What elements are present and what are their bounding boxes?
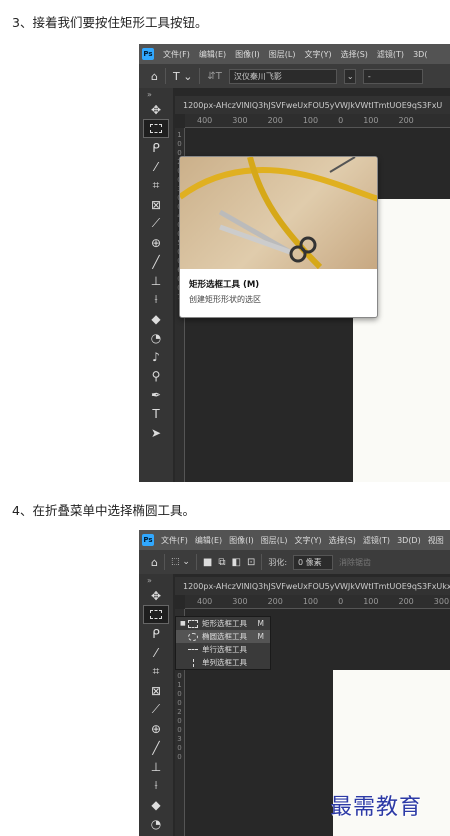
menu-type[interactable]: 文字(Y) — [304, 49, 331, 60]
intersect-selection-icon[interactable]: ⊡ — [247, 557, 255, 568]
document-tab[interactable]: 1200px-AHczVlNlQ3hJSVFweUxFOU5yVWJkVWtIT… — [175, 96, 450, 114]
clone-stamp-tool-icon[interactable]: ⊥ — [143, 757, 169, 776]
document-tab[interactable]: 1200px-AHczVlNlQ3hJSVFweUxFOU5yVWJkVWtIT… — [175, 577, 450, 595]
rect-marquee-icon — [187, 619, 199, 628]
crop-tool-icon[interactable]: ⌗ — [143, 662, 169, 681]
menu-select[interactable]: 选择(S) — [341, 49, 368, 60]
menu-3d[interactable]: 3D(D) — [397, 536, 421, 545]
menu-3d[interactable]: 3D( — [413, 50, 427, 59]
options-bar: ⌂ ⬚ ⌄ ■ ⧉ ◧ ⊡ 羽化: 0 像素 消除锯齿 — [139, 550, 450, 574]
flyout-item-rect-marquee[interactable]: ■ 矩形选框工具 M — [176, 617, 270, 630]
feather-input[interactable]: 0 像素 — [293, 554, 334, 570]
font-family-select[interactable]: 汉仪秦川飞影 — [228, 68, 337, 84]
gradient-tool-icon[interactable]: ◔ — [143, 328, 169, 347]
menu-layer[interactable]: 图层(L) — [261, 535, 288, 546]
menu-filter[interactable]: 滤镜(T) — [377, 49, 404, 60]
font-style-select[interactable]: - — [362, 68, 423, 84]
tool-tooltip: 矩形选框工具 (M) 创建矩形形状的选区 — [179, 156, 378, 318]
menu-filter[interactable]: 滤镜(T) — [363, 535, 390, 546]
clone-stamp-tool-icon[interactable]: ⊥ — [143, 271, 169, 290]
tools-panel: » ✥ ᑭ ⁄ ⌗ ⊠ ⟋ ⊕ ╱ ⊥ ⟊ ◆ ◔ — [139, 574, 173, 836]
horizontal-ruler: 400 300 200 100 0 100 200 300 — [185, 595, 450, 609]
path-selection-tool-icon[interactable]: ➤ — [143, 423, 169, 442]
menu-file[interactable]: 文件(F) — [163, 49, 190, 60]
text-orientation-icon[interactable]: ⇵T — [207, 71, 222, 82]
menu-edit[interactable]: 编辑(E) — [199, 49, 226, 60]
lasso-tool-icon[interactable]: ᑭ — [143, 624, 169, 643]
options-bar: ⌂ T ⌄ ⇵T 汉仪秦川飞影 ⌄ - — [139, 64, 450, 88]
eyedropper-tool-icon[interactable]: ⟋ — [143, 214, 169, 233]
flyout-item-ellipse-marquee[interactable]: 椭圆选框工具 M — [176, 630, 270, 643]
add-selection-icon[interactable]: ⧉ — [218, 557, 225, 568]
menu-layer[interactable]: 图层(L) — [269, 49, 296, 60]
healing-brush-tool-icon[interactable]: ⊕ — [143, 719, 169, 738]
eyedropper-tool-icon[interactable]: ⟋ — [143, 700, 169, 719]
single-row-marquee-icon — [187, 645, 199, 654]
menu-file[interactable]: 文件(F) — [161, 535, 188, 546]
brush-tool-icon[interactable]: ╱ — [143, 738, 169, 757]
horizontal-ruler: 400 300 200 100 0 100 200 — [185, 114, 450, 128]
panel-collapse-icon[interactable]: » — [143, 576, 169, 586]
home-icon[interactable]: ⌂ — [151, 70, 158, 83]
rect-marquee-tool-icon[interactable] — [143, 605, 169, 624]
menu-image[interactable]: 图像(I) — [235, 49, 260, 60]
menu-image[interactable]: 图像(I) — [229, 535, 254, 546]
tooltip-title: 矩形选框工具 (M) — [189, 280, 260, 290]
step-4-text: 4、在折叠菜单中选择椭圆工具。 — [12, 503, 195, 518]
dodge-tool-icon[interactable]: ⚲ — [143, 366, 169, 385]
menu-select[interactable]: 选择(S) — [329, 535, 356, 546]
crop-tool-icon[interactable]: ⌗ — [143, 176, 169, 195]
home-icon[interactable]: ⌂ — [151, 556, 158, 569]
photoshop-screenshot-1: Ps 文件(F) 编辑(E) 图像(I) 图层(L) 文字(Y) 选择(S) 滤… — [139, 44, 450, 482]
pen-tool-icon[interactable]: ✒ — [143, 385, 169, 404]
antialias-checkbox[interactable]: 消除锯齿 — [339, 557, 371, 568]
menu-edit[interactable]: 编辑(E) — [195, 535, 222, 546]
eraser-tool-icon[interactable]: ◆ — [143, 795, 169, 814]
history-brush-tool-icon[interactable]: ⟊ — [143, 776, 169, 795]
ellipse-marquee-icon — [187, 632, 199, 641]
subtract-selection-icon[interactable]: ◧ — [231, 557, 240, 568]
eraser-tool-icon[interactable]: ◆ — [143, 309, 169, 328]
marquee-preset-icon[interactable]: ⬚ ⌄ — [171, 557, 190, 567]
panel-collapse-icon[interactable]: » — [143, 90, 169, 100]
rect-marquee-tool-icon[interactable] — [143, 119, 169, 138]
feather-label: 羽化: — [268, 557, 288, 567]
marquee-flyout-menu: ■ 矩形选框工具 M 椭圆选框工具 M 单行选框工具 单列选框工具 — [175, 616, 271, 670]
step-3-text: 3、接着我们要按住矩形工具按钮。 — [12, 15, 208, 30]
font-dropdown-icon[interactable]: ⌄ — [343, 68, 356, 84]
healing-brush-tool-icon[interactable]: ⊕ — [143, 233, 169, 252]
menu-bar: Ps 文件(F) 编辑(E) 图像(I) 图层(L) 文字(Y) 选择(S) 滤… — [139, 530, 450, 550]
flyout-item-single-row-marquee[interactable]: 单行选框工具 — [176, 643, 270, 656]
flyout-item-single-column-marquee[interactable]: 单列选框工具 — [176, 656, 270, 669]
type-tool-preset-icon[interactable]: T ⌄ — [173, 70, 192, 83]
brush-tool-icon[interactable]: ╱ — [143, 252, 169, 271]
type-tool-icon[interactable]: T — [143, 404, 169, 423]
menu-bar: Ps 文件(F) 编辑(E) 图像(I) 图层(L) 文字(Y) 选择(S) 滤… — [139, 44, 450, 64]
single-column-marquee-icon — [187, 658, 199, 667]
ps-logo: Ps — [142, 48, 154, 60]
watermark: 最需教育 — [330, 795, 423, 820]
menu-view[interactable]: 视图 — [428, 535, 444, 546]
lasso-tool-icon[interactable]: ᑭ — [143, 138, 169, 157]
gradient-tool-icon[interactable]: ◔ — [143, 814, 169, 833]
move-tool-icon[interactable]: ✥ — [143, 100, 169, 119]
menu-type[interactable]: 文字(Y) — [294, 535, 321, 546]
quick-selection-tool-icon[interactable]: ⁄ — [143, 643, 169, 662]
ps-logo: Ps — [142, 534, 154, 546]
move-tool-icon[interactable]: ✥ — [143, 586, 169, 605]
blur-tool-icon[interactable]: ♪ — [143, 347, 169, 366]
tooltip-description: 创建矩形形状的选区 — [189, 295, 261, 304]
quick-selection-tool-icon[interactable]: ⁄ — [143, 157, 169, 176]
frame-tool-icon[interactable]: ⊠ — [143, 195, 169, 214]
tools-panel: » ✥ ᑭ ⁄ ⌗ ⊠ ⟋ ⊕ ╱ ⊥ ⟊ ◆ ◔ ♪ ⚲ ✒ T ➤ — [139, 88, 173, 482]
new-selection-icon[interactable]: ■ — [203, 557, 212, 568]
tooltip-preview-image — [180, 157, 377, 270]
history-brush-tool-icon[interactable]: ⟊ — [143, 290, 169, 309]
frame-tool-icon[interactable]: ⊠ — [143, 681, 169, 700]
